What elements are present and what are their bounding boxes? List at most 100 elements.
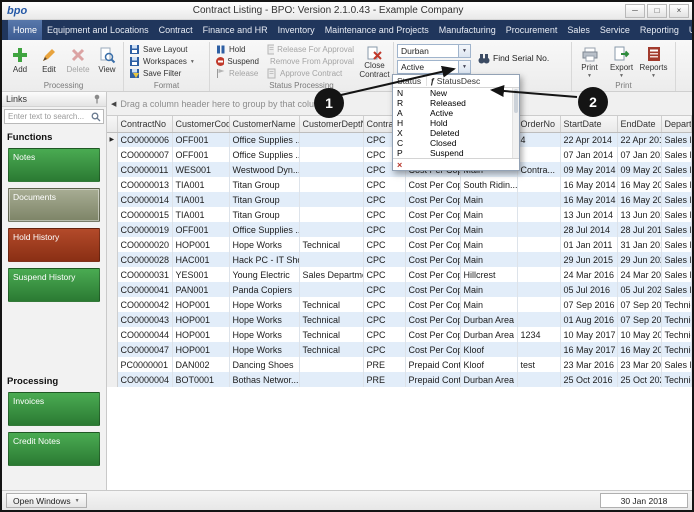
tab-home[interactable]: Home <box>8 20 42 40</box>
table-row[interactable]: PC0000001 DAN002 Dancing Shoes PRE Prepa… <box>107 357 692 372</box>
cell-customercode: HOP001 <box>172 237 229 252</box>
tab-inventory[interactable]: Inventory <box>273 20 320 40</box>
table-row[interactable]: CO0000041 PAN001 Panda Copiers CPC Cost … <box>107 282 692 297</box>
statusdesc-column-header[interactable]: StatusDesc <box>437 76 480 86</box>
popup-scrollbar[interactable] <box>512 88 519 158</box>
sidebar-item-suspend-history[interactable]: Suspend History <box>8 268 100 302</box>
sidebar-item-hold-history[interactable]: Hold History <box>8 228 100 262</box>
save-filter-button[interactable]: Save Filter <box>127 68 197 79</box>
table-row[interactable]: CO0000013 TIA001 Titan Group CPC Cost Pe… <box>107 177 692 192</box>
tab-finance-and-hr[interactable]: Finance and HR <box>198 20 273 40</box>
cell-enddate: 16 May 2019 <box>617 177 661 192</box>
status-combo[interactable]: Active ▼ <box>397 60 471 74</box>
table-row[interactable]: CO0000014 TIA001 Titan Group CPC Cost Pe… <box>107 192 692 207</box>
floppy-disk-icon <box>129 44 140 55</box>
hold-button[interactable]: Hold <box>213 44 261 55</box>
tab-equipment-and-locations[interactable]: Equipment and Locations <box>42 20 154 40</box>
column-header-customername[interactable]: CustomerName <box>229 116 299 132</box>
tab-manufacturing[interactable]: Manufacturing <box>434 20 501 40</box>
chevron-down-icon[interactable]: ▼ <box>458 45 470 57</box>
tab-utilities[interactable]: Utilities <box>684 20 694 40</box>
sidebar-item-notes[interactable]: Notes <box>8 148 100 182</box>
table-row[interactable]: CO0000031 YES001 Young Electric Sales De… <box>107 267 692 282</box>
status-option[interactable]: A Active <box>393 108 519 118</box>
table-row[interactable]: CO0000004 BOT0001 Bothas Networ... PRE P… <box>107 372 692 387</box>
tab-maintenance-and-projects[interactable]: Maintenance and Projects <box>320 20 434 40</box>
cell-department: Sales De... <box>661 357 692 372</box>
sidebar-item-credit-notes[interactable]: Credit Notes <box>8 432 100 466</box>
column-header-customercode[interactable]: CustomerCode <box>172 116 229 132</box>
find-serial-no-button[interactable]: Find Serial No. <box>475 51 552 65</box>
column-header-orderno[interactable]: OrderNo <box>517 116 560 132</box>
save-layout-button[interactable]: Save Layout <box>127 44 197 55</box>
table-row[interactable]: CO0000019 OFF001 Office Supplies ... CPC… <box>107 222 692 237</box>
row-indicator-cell <box>107 282 117 297</box>
table-row[interactable]: CO0000028 HAC001 Hack PC - IT Shop CPC C… <box>107 252 692 267</box>
save-layout-label: Save Layout <box>143 45 187 54</box>
column-header-customerdeptname[interactable]: CustomerDeptName <box>299 116 363 132</box>
close-button[interactable]: × <box>669 4 689 18</box>
status-column-header[interactable]: Status <box>393 76 427 86</box>
scrollbar-thumb[interactable] <box>514 89 518 113</box>
cell-customercode: HOP001 <box>172 297 229 312</box>
cell-location: Main <box>460 207 517 222</box>
tab-reporting[interactable]: Reporting <box>635 20 684 40</box>
cell-customername: Hope Works <box>229 297 299 312</box>
sidebar-item-invoices[interactable]: Invoices <box>8 392 100 426</box>
tab-service[interactable]: Service <box>595 20 635 40</box>
add-button[interactable]: Add <box>7 44 33 79</box>
status-option[interactable]: N New <box>393 88 519 98</box>
table-row[interactable]: CO0000042 HOP001 Hope Works Technical CP… <box>107 297 692 312</box>
tab-procurement[interactable]: Procurement <box>501 20 563 40</box>
open-windows-button[interactable]: Open Windows ▼ <box>6 493 87 508</box>
clear-x-icon: × <box>397 160 402 170</box>
table-row[interactable]: CO0000044 HOP001 Hope Works Technical CP… <box>107 327 692 342</box>
cell-contracttypedesc: Cost Per Copy <box>405 177 460 192</box>
table-row[interactable]: CO0000020 HOP001 Hope Works Technical CP… <box>107 237 692 252</box>
site-combo[interactable]: Durban ▼ <box>397 44 471 58</box>
pin-icon[interactable] <box>92 94 102 104</box>
minimize-button[interactable]: ─ <box>625 4 645 18</box>
cell-contracttype: CPC <box>363 207 405 222</box>
sidebar-item-documents[interactable]: Documents <box>8 188 100 222</box>
edit-button[interactable]: Edit <box>36 44 62 79</box>
table-row[interactable]: CO0000047 HOP001 Hope Works Technical CP… <box>107 342 692 357</box>
chevron-down-icon[interactable]: ▼ <box>458 61 470 73</box>
status-option[interactable]: H Hold <box>393 118 519 128</box>
tab-contract[interactable]: Contract <box>154 20 198 40</box>
status-desc: Active <box>427 108 519 118</box>
suspend-button[interactable]: Suspend <box>213 56 261 67</box>
column-header-enddate[interactable]: EndDate <box>617 116 661 132</box>
status-desc: Released <box>427 98 519 108</box>
release-for-approval-label: Release For Approval <box>277 45 354 54</box>
status-option[interactable]: X Deleted <box>393 128 519 138</box>
search-input[interactable] <box>5 112 91 121</box>
cell-customercode: DAN002 <box>172 357 229 372</box>
status-option[interactable]: C Closed <box>393 138 519 148</box>
workspaces-button[interactable]: Workspaces ▼ <box>127 56 197 67</box>
export-button[interactable]: Export ▼ <box>607 44 636 79</box>
column-header-startdate[interactable]: StartDate <box>560 116 617 132</box>
collapse-panel-arrow-icon[interactable]: ◀ <box>111 100 116 108</box>
reports-button[interactable]: Reports ▼ <box>639 44 668 79</box>
print-button[interactable]: Print ▼ <box>575 44 604 79</box>
table-row[interactable]: CO0000043 HOP001 Hope Works Technical CP… <box>107 312 692 327</box>
status-option[interactable]: R Released <box>393 98 519 108</box>
maximize-button[interactable]: □ <box>647 4 667 18</box>
cell-location: Main <box>460 222 517 237</box>
status-option[interactable]: P Suspend <box>393 148 519 158</box>
cell-orderno <box>517 192 560 207</box>
date-field[interactable]: 30 Jan 2018 <box>600 493 688 508</box>
clear-filter-button[interactable]: × <box>393 158 519 170</box>
close-contract-button[interactable]: Close Contract <box>359 44 390 79</box>
search-icon[interactable] <box>91 112 101 122</box>
row-indicator-cell <box>107 177 117 192</box>
view-button[interactable]: View <box>94 44 120 79</box>
table-row[interactable]: CO0000015 TIA001 Titan Group CPC Cost Pe… <box>107 207 692 222</box>
column-header-department[interactable]: Departm... <box>661 116 692 132</box>
cell-startdate: 16 May 2017 <box>560 342 617 357</box>
cell-department: Sales De... <box>661 147 692 162</box>
column-header-contractno[interactable]: ContractNo <box>117 116 172 132</box>
tab-sales[interactable]: Sales <box>562 20 595 40</box>
ribbon-group-print: Print ▼ Export ▼ Reports ▼ Print <box>572 42 676 91</box>
